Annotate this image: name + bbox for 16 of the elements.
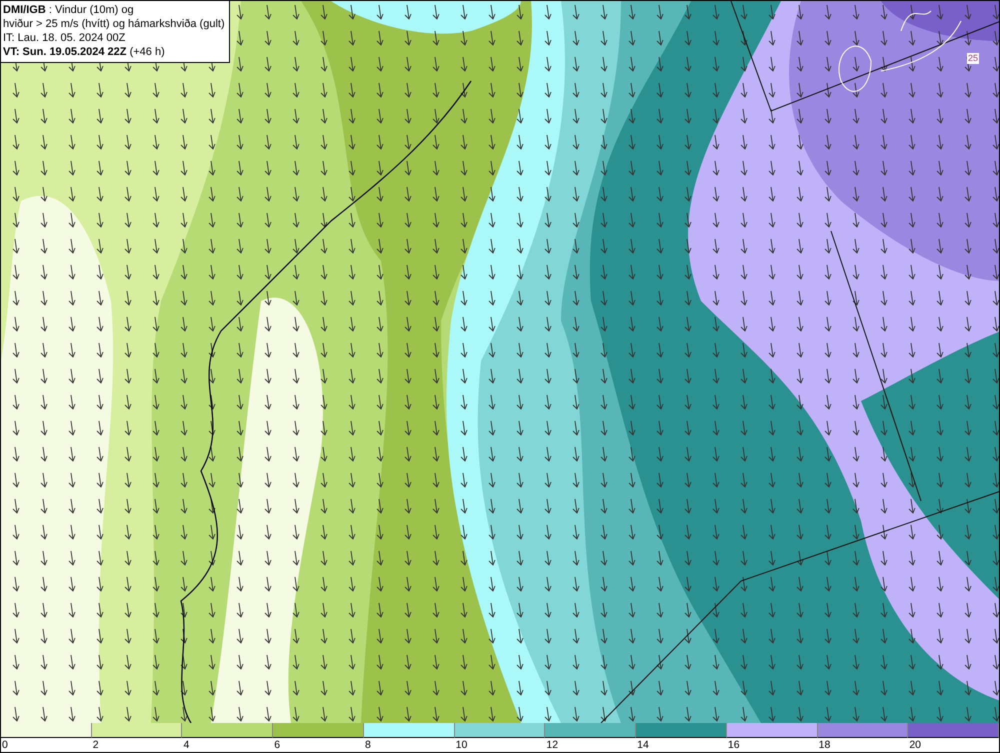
legend-label: 4 (182, 738, 190, 752)
info-text: VT: Sun. 19.05.2024 22Z (+46 h) (3, 45, 166, 59)
legend-label: 2 (92, 738, 99, 752)
legend-label: 16 (726, 738, 740, 752)
legend-label: 18 (818, 738, 830, 752)
info-text: DMI/IGB : Vindur (10m) og (3, 3, 135, 17)
legend-label: 20 (908, 738, 922, 752)
legend-label: 14 (636, 738, 649, 752)
contour-label: 25 (967, 53, 980, 64)
info-text: IT: Lau. 18. 05. 2024 00Z (3, 31, 126, 45)
legend-label: 6 (273, 738, 280, 752)
legend-label: 10 (454, 738, 468, 752)
legend-label: 12 (545, 738, 558, 752)
info-text: hviður > 25 m/s (hvítt) og hámarkshviða (gult) (3, 17, 225, 31)
legend-label: 8 (364, 738, 371, 752)
legend-label: 0 (1, 738, 8, 752)
